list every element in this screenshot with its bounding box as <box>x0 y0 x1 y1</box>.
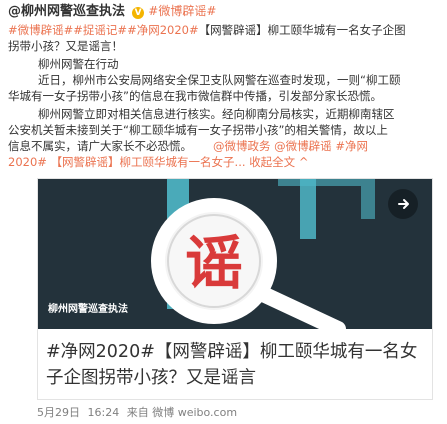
hashtag-clean-net[interactable]: #净网2020# <box>127 23 199 37</box>
post-header-line: @柳州网警巡查执法 V #微博辟谣# <box>8 2 216 21</box>
article-card[interactable]: 谣 柳州网警巡查执法 #净网2020#【网警辟谣】柳工颐华城有一名女 子企图拐带… <box>37 178 433 400</box>
collapse-fulltext-link[interactable]: 收起全文 <box>249 155 295 169</box>
post-links-line: 2020# 【网警辟谣】柳工颐华城有一名女子... 收起全文 ^ <box>8 154 308 170</box>
author-link[interactable]: @柳州网警巡查执法 <box>8 4 125 19</box>
post-paragraph-2-line-2: 公安机关暂未接到关于“柳工颐华城有一女子拐带小孩”的相关警情，故以上 <box>8 123 388 137</box>
article-card-title-line-2: 子企图拐带小孩？又是谣言 <box>46 368 256 388</box>
mention-links-line: @微博政务 @微博辟谣 #净网 <box>213 138 368 154</box>
collapse-caret-icon[interactable]: ^ <box>299 155 309 169</box>
post-date[interactable]: 5月29日 <box>37 406 80 419</box>
post-time[interactable]: 16:24 <box>88 406 120 419</box>
hashtag-clean-net-2-end[interactable]: 2020# <box>8 155 47 169</box>
post-paragraph-1-line-1: 近日，柳州市公安局网络安全保卫支队网警在巡查时发现，一则“柳工颐 <box>38 73 401 87</box>
post-headline-part1: 【网警辟谣】柳工颐华城有一名女子企图 <box>198 23 406 37</box>
verified-badge-icon: V <box>132 7 145 19</box>
article-cover-image: 谣 柳州网警巡查执法 <box>38 179 432 329</box>
hashtag-weibo-rumor[interactable]: #微博辟谣# <box>148 4 216 18</box>
article-card-title-line-1: #净网2020#【网警辟谣】柳工颐华城有一名女 <box>46 342 418 362</box>
post-text-line-2: #微博辟谣##捉谣记##净网2020#【网警辟谣】柳工颐华城有一名女子企图 <box>8 22 406 38</box>
hashtag-weibo-rumor-2[interactable]: #微博辟谣# <box>8 23 73 37</box>
post-paragraph-2-line-1: 柳州网警立即对相关信息进行核实。经向柳南分局核实，近期柳南辖区 <box>38 107 395 121</box>
post-subtitle: 柳州网警在行动 <box>38 57 119 71</box>
mention-weibo-rumor[interactable]: @微博辟谣 <box>274 139 332 153</box>
weibo-post: @柳州网警巡查执法 V #微博辟谣# #微博辟谣##捉谣记##净网2020#【网… <box>0 0 447 424</box>
post-paragraph-2-line-3: 信息不属实，请广大家长不必恐慌。 <box>8 139 192 153</box>
article-link[interactable]: 【网警辟谣】柳工颐华城有一名女子... <box>51 155 246 169</box>
rumor-character: 谣 <box>185 229 243 297</box>
post-footer: 5月29日 16:24 来自 微博 weibo.com <box>37 404 237 420</box>
share-icon <box>398 199 409 209</box>
hashtag-clean-net-2-start[interactable]: #净网 <box>335 139 368 153</box>
source-prefix: 来自 <box>126 406 149 419</box>
post-paragraph-1-line-2: 华城有一女子拐带小孩”的信息在我市微信群中传播，引发部分家长恐慌。 <box>8 89 382 103</box>
post-source[interactable]: 微博 weibo.com <box>152 406 237 419</box>
mention-weibo-gov[interactable]: @微博政务 <box>213 139 271 153</box>
cover-watermark: 柳州网警巡查执法 <box>48 304 128 315</box>
post-headline-part2: 拐带小孩？又是谣言！ <box>8 39 123 53</box>
share-button[interactable] <box>388 189 418 219</box>
article-card-title[interactable]: #净网2020#【网警辟谣】柳工颐华城有一名女 子企图拐带小孩？又是谣言 <box>46 339 426 391</box>
hashtag-rumor-catch[interactable]: #捉谣记# <box>73 23 127 37</box>
